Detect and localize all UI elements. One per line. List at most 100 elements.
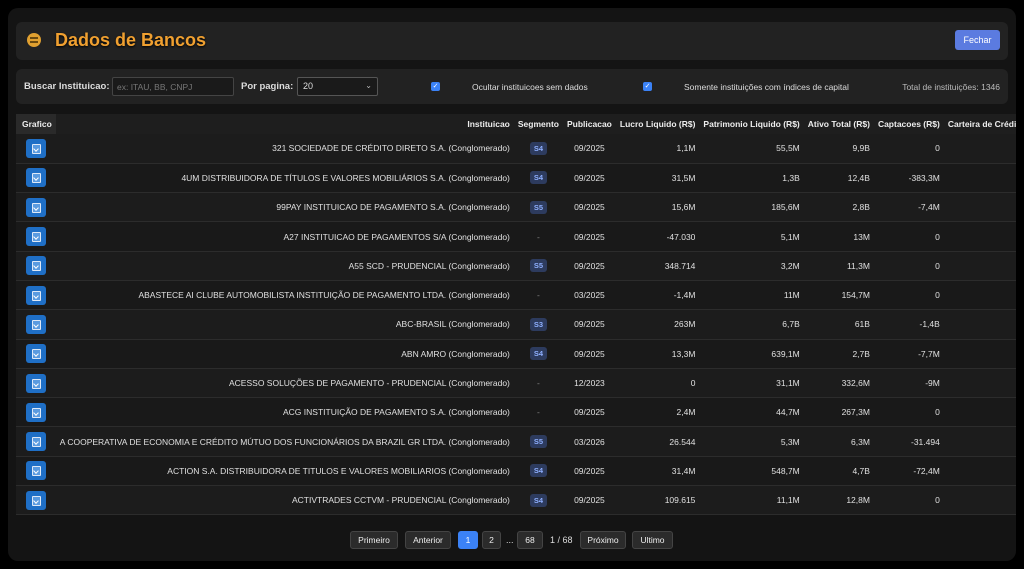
column-header[interactable]: Captacoes (R$) [873, 114, 944, 134]
table-row: 321 SOCIEDADE DE CRÉDITO DIRETO S.A. (Co… [16, 134, 1016, 164]
total-assets-cell: 12,4B [847, 172, 870, 183]
chart-icon[interactable] [26, 138, 46, 158]
net-income-cell: 0 [690, 378, 696, 389]
column-header[interactable]: Segmento [513, 114, 563, 134]
segment-badge: S4 [529, 464, 548, 478]
credit-portfolio-cell [944, 163, 1016, 192]
first-page-button[interactable]: Primeiro [350, 531, 398, 549]
page-header: Dados de Bancos Fechar [16, 22, 1008, 60]
per-page-value: 20 [303, 81, 314, 91]
publication-cell: 09/2025 [574, 319, 605, 330]
publication-cell: 09/2025 [574, 348, 605, 359]
equity-cell: 31,1M [776, 378, 800, 389]
chart-icon[interactable] [26, 344, 46, 364]
chart-icon[interactable] [26, 432, 46, 452]
funding-cell: -383,3M [908, 172, 940, 183]
institution-cell: ACTION S.A. DISTRIBUIDORA DE TITULOS E V… [167, 465, 510, 476]
segment-badge: S5 [529, 200, 548, 214]
graph-cell [16, 310, 56, 339]
segment-cell: S5 [514, 427, 563, 456]
equity-cell: 548,7M [771, 465, 800, 476]
net-income-cell: 263M [674, 319, 696, 330]
institution-cell: 99PAY INSTITUICAO DE PAGAMENTO S.A. (Con… [276, 202, 510, 213]
search-label: Buscar Instituicao: [24, 81, 110, 92]
publication-cell: 09/2025 [574, 143, 605, 154]
credit-portfolio-cell [944, 251, 1016, 280]
close-button[interactable]: Fechar [955, 30, 1000, 50]
next-page-button[interactable]: Próximo [580, 531, 626, 549]
equity-cell: 1,3B [782, 172, 800, 183]
publication-cell: 03/2026 [574, 436, 605, 447]
net-income-cell: 1,1M [676, 143, 696, 154]
hide-empty-checkbox[interactable]: ✓ [431, 82, 440, 91]
table-row: ACG INSTITUIÇÃO DE PAGAMENTO S.A. (Congl… [16, 397, 1016, 427]
institution-cell: ABN AMRO (Conglomerado) [401, 348, 510, 359]
net-income-cell: 2,4M [676, 407, 696, 418]
funding-cell: 0 [935, 290, 940, 301]
institution-cell: A55 SCD - PRUDENCIAL (Conglomerado) [348, 260, 510, 271]
chart-icon[interactable] [26, 168, 46, 188]
chart-icon[interactable] [26, 490, 46, 510]
total-assets-cell: 61B [854, 319, 870, 330]
segment-cell: S4 [514, 456, 563, 485]
net-income-cell: 31,5M [671, 172, 696, 183]
column-header[interactable]: Publicacao [562, 114, 616, 134]
equity-cell: 11M [783, 290, 800, 301]
funding-cell: -72,4M [913, 465, 940, 476]
chart-icon[interactable] [26, 197, 46, 217]
chart-icon[interactable] [26, 285, 46, 305]
chart-icon[interactable] [26, 373, 46, 393]
total-assets-cell: 4,7B [852, 465, 870, 476]
credit-portfolio-cell [944, 134, 1016, 163]
column-header[interactable]: Carteira de Crédito [943, 114, 1016, 134]
prev-page-button[interactable]: Anterior [405, 531, 451, 549]
institution-cell: 4UM DISTRIBUIDORA DE TÍTULOS E VALORES M… [181, 172, 510, 183]
credit-portfolio-cell [944, 427, 1016, 456]
publication-cell: 12/2023 [574, 378, 605, 389]
publication-cell: 09/2025 [574, 495, 605, 506]
funding-cell: -7,4M [918, 202, 940, 213]
credit-portfolio-cell [944, 339, 1016, 368]
chart-icon[interactable] [26, 461, 46, 481]
table-row: ACTION S.A. DISTRIBUIDORA DE TITULOS E V… [16, 456, 1016, 486]
per-page-select[interactable]: 20 ⌄ [297, 77, 378, 96]
segment-cell: - [537, 231, 540, 242]
chart-icon[interactable] [26, 402, 46, 422]
credit-portfolio-cell [944, 456, 1016, 485]
publication-cell: 09/2025 [574, 260, 605, 271]
publication-cell: 03/2025 [574, 290, 605, 301]
search-input[interactable] [112, 77, 234, 96]
page-button-1[interactable]: 1 [458, 531, 478, 549]
column-header[interactable]: Instituicao [55, 114, 514, 134]
publication-cell: 09/2025 [574, 407, 605, 418]
segment-cell: - [537, 290, 540, 301]
segment-cell: S4 [514, 339, 563, 368]
table-row: ABC-BRASIL (Conglomerado) S3 09/2025 263M 6,… [16, 309, 1016, 340]
page-button-68[interactable]: 68 [517, 531, 543, 549]
banks-table: Grafico Instituicao Segmento Publicacao … [16, 114, 1016, 515]
graph-cell [16, 251, 56, 280]
column-header[interactable]: Lucro Liquido (R$) [615, 114, 700, 134]
segment-badge: S4 [529, 141, 548, 155]
net-income-cell: 109.615 [664, 495, 696, 506]
page-button-2[interactable]: 2 [482, 531, 501, 549]
institution-cell: A COOPERATIVA DE ECONOMIA E CRÉDITO MÚTU… [59, 436, 510, 447]
filter-bar: Buscar Instituicao: Por pagina: 20 ⌄ ✓ O… [16, 69, 1008, 104]
chart-icon[interactable] [26, 314, 46, 334]
graph-cell [16, 193, 56, 222]
chart-icon[interactable] [26, 256, 46, 276]
segment-badge: S4 [529, 171, 548, 185]
chart-icon[interactable] [26, 227, 46, 247]
total-assets-cell: 154,7M [841, 290, 870, 301]
equity-cell: 3,2M [780, 260, 800, 271]
capital-only-checkbox[interactable]: ✓ [643, 82, 652, 91]
column-header[interactable]: Ativo Total (R$) [803, 114, 874, 134]
last-page-button[interactable]: Ultimo [632, 531, 673, 549]
table-row: A27 INSTITUICAO DE PAGAMENTOS S/A (Congl… [16, 221, 1016, 252]
equity-cell: 185,6M [771, 202, 800, 213]
net-income-cell: 26.544 [669, 436, 696, 447]
table-row: ABASTECE AI CLUBE AUTOMOBILISTA INSTITUI… [16, 280, 1016, 310]
hide-empty-label: Ocultar instituicoes sem dados [472, 82, 588, 92]
column-header[interactable]: Patrimonio Liquido (R$) [699, 114, 804, 134]
banks-table-container[interactable]: Grafico Instituicao Segmento Publicacao … [16, 114, 1016, 516]
